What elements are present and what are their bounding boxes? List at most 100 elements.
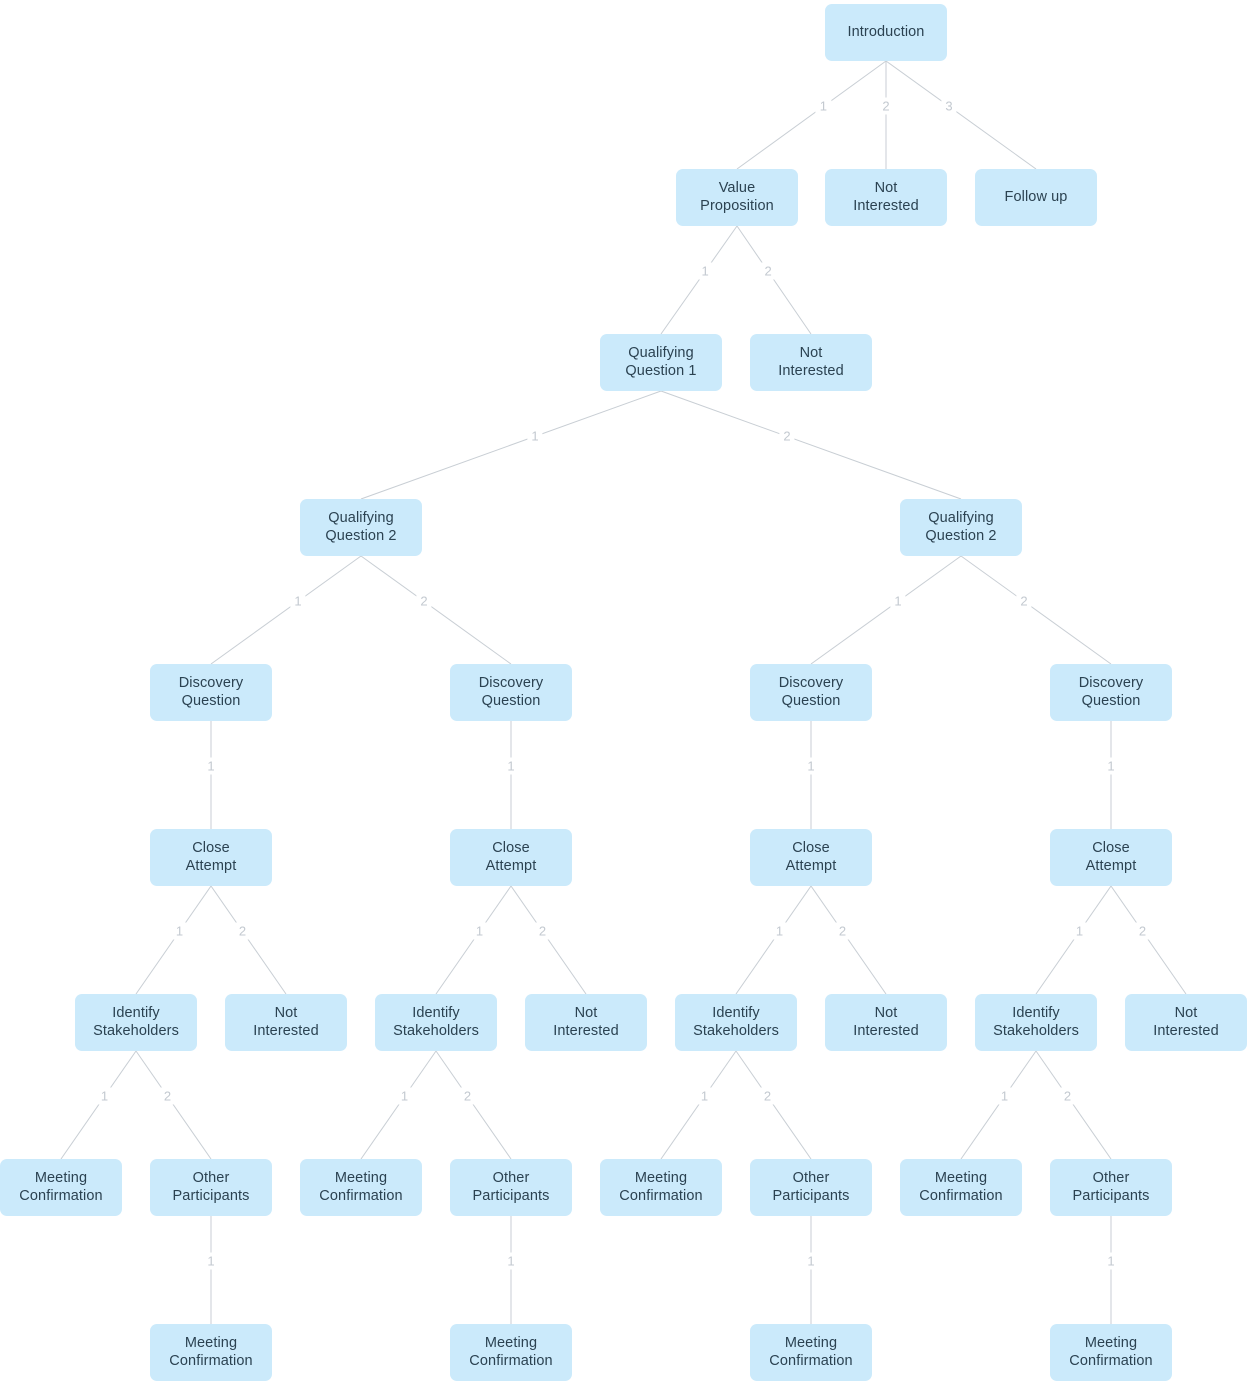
tree-node[interactable]: Meeting Confirmation [300, 1159, 422, 1216]
edge-label: 1 [815, 97, 832, 115]
tree-node[interactable]: Discovery Question [1050, 664, 1172, 721]
tree-node-label: Not Interested [1153, 1004, 1219, 1039]
tree-edge [60, 1050, 137, 1160]
edge-label: 1 [803, 1252, 819, 1270]
tree-node[interactable]: Meeting Confirmation [750, 1324, 872, 1381]
tree-edge [660, 1050, 737, 1160]
tree-edge [435, 885, 512, 995]
tree-node-label: Close Attempt [185, 839, 237, 874]
tree-node[interactable]: Meeting Confirmation [450, 1324, 572, 1381]
tree-node[interactable]: Not Interested [750, 334, 872, 391]
tree-edge [135, 1050, 212, 1160]
tree-edge [735, 1050, 812, 1160]
tree-node[interactable]: Discovery Question [750, 664, 872, 721]
tree-node-label: Other Participants [772, 1169, 850, 1204]
tree-node-label: Qualifying Question 2 [925, 509, 997, 544]
tree-node[interactable]: Follow up [975, 169, 1097, 226]
tree-node[interactable]: Close Attempt [450, 829, 572, 886]
tree-node[interactable]: Meeting Confirmation [900, 1159, 1022, 1216]
tree-node-label: Meeting Confirmation [919, 1169, 1003, 1204]
tree-node[interactable]: Meeting Confirmation [1050, 1324, 1172, 1381]
edge-label: 1 [1103, 757, 1119, 775]
tree-node-label: Meeting Confirmation [769, 1334, 853, 1369]
tree-node[interactable]: Not Interested [825, 169, 947, 226]
tree-edge [810, 555, 962, 665]
tree-edge [885, 60, 1037, 170]
tree-node[interactable]: Discovery Question [150, 664, 272, 721]
tree-node-label: Close Attempt [785, 839, 837, 874]
tree-edge [660, 225, 738, 335]
tree-node-label: Meeting Confirmation [1069, 1334, 1153, 1369]
tree-edge [960, 1050, 1037, 1160]
edge-label: 1 [697, 262, 713, 280]
tree-node[interactable]: Other Participants [1050, 1159, 1172, 1216]
tree-node[interactable]: Identify Stakeholders [975, 994, 1097, 1051]
tree-node-label: Qualifying Question 1 [625, 344, 697, 379]
tree-node-label: Close Attempt [1085, 839, 1137, 874]
edge-label: 1 [203, 757, 219, 775]
tree-node[interactable]: Identify Stakeholders [75, 994, 197, 1051]
tree-node[interactable]: Not Interested [225, 994, 347, 1051]
tree-node-label: Meeting Confirmation [169, 1334, 253, 1369]
edge-label: 1 [803, 757, 819, 775]
edge-label: 1 [203, 1252, 219, 1270]
tree-node-label: Follow up [1004, 188, 1068, 205]
tree-edge [960, 555, 1112, 665]
tree-node[interactable]: Meeting Confirmation [0, 1159, 122, 1216]
edge-label: 2 [779, 427, 795, 445]
tree-node-label: Discovery Question [178, 674, 244, 709]
tree-node[interactable]: Qualifying Question 2 [900, 499, 1022, 556]
tree-node[interactable]: Value Proposition [676, 169, 798, 226]
edge-label: 2 [759, 1087, 776, 1105]
tree-node-label: Qualifying Question 2 [325, 509, 397, 544]
edge-label: 2 [760, 262, 776, 280]
tree-diagram-canvas: Introduction Value Proposition Not Interes… [0, 0, 1249, 1384]
edge-label: 1 [1071, 922, 1088, 940]
edge-label: 1 [396, 1087, 413, 1105]
edge-label: 2 [534, 922, 551, 940]
tree-node[interactable]: Not Interested [525, 994, 647, 1051]
edge-label: 1 [771, 922, 788, 940]
tree-node-label: Meeting Confirmation [619, 1169, 703, 1204]
tree-node[interactable]: Close Attempt [150, 829, 272, 886]
edge-label: 1 [290, 592, 306, 610]
tree-node-label: Identify Stakeholders [393, 1004, 479, 1039]
edge-label: 2 [878, 97, 894, 115]
tree-node[interactable]: Identify Stakeholders [675, 994, 797, 1051]
tree-node[interactable]: Not Interested [1125, 994, 1247, 1051]
tree-node-label: Not Interested [553, 1004, 619, 1039]
tree-node[interactable]: Qualifying Question 1 [600, 334, 722, 391]
tree-node[interactable]: Meeting Confirmation [150, 1324, 272, 1381]
edge-label: 3 [941, 97, 957, 115]
tree-edge [510, 885, 587, 995]
tree-node-label: Other Participants [472, 1169, 550, 1204]
tree-node-label: Close Attempt [485, 839, 537, 874]
tree-node[interactable]: Qualifying Question 2 [300, 499, 422, 556]
tree-node-label: Not Interested [853, 1004, 919, 1039]
edge-label: 1 [996, 1087, 1013, 1105]
edge-label: 2 [1134, 922, 1151, 940]
tree-node[interactable]: Other Participants [750, 1159, 872, 1216]
tree-node[interactable]: Identify Stakeholders [375, 994, 497, 1051]
tree-node-label: Other Participants [172, 1169, 250, 1204]
edge-label: 2 [459, 1087, 476, 1105]
tree-edge [135, 885, 212, 995]
tree-node[interactable]: Discovery Question [450, 664, 572, 721]
edge-label: 1 [1103, 1252, 1119, 1270]
tree-edge [435, 1050, 512, 1160]
edge-label: 1 [503, 1252, 519, 1270]
tree-node-label: Introduction [847, 23, 925, 40]
tree-edge [660, 390, 962, 500]
tree-node-label: Meeting Confirmation [319, 1169, 403, 1204]
tree-node[interactable]: Meeting Confirmation [600, 1159, 722, 1216]
tree-node[interactable]: Other Participants [450, 1159, 572, 1216]
tree-edge [360, 1050, 437, 1160]
tree-node-label: Other Participants [1072, 1169, 1150, 1204]
tree-node[interactable]: Close Attempt [1050, 829, 1172, 886]
tree-node-label: Not Interested [253, 1004, 319, 1039]
tree-node[interactable]: Introduction [825, 4, 947, 61]
edge-label: 2 [1016, 592, 1032, 610]
tree-node[interactable]: Other Participants [150, 1159, 272, 1216]
tree-node[interactable]: Not Interested [825, 994, 947, 1051]
tree-node[interactable]: Close Attempt [750, 829, 872, 886]
